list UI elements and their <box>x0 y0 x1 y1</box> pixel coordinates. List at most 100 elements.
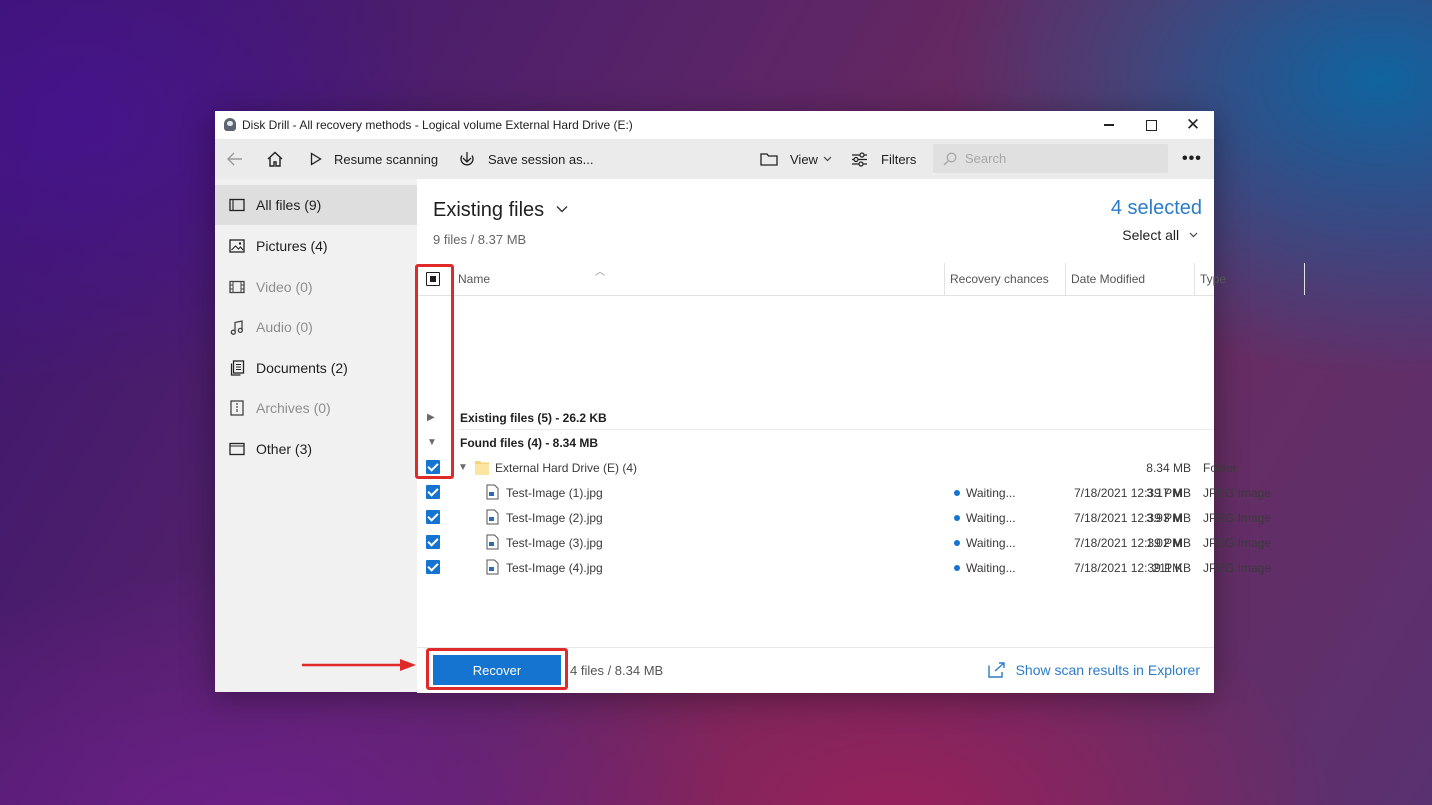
file-name: Test-Image (4).jpg <box>506 561 603 575</box>
sidebar-item-label: Pictures (4) <box>256 238 328 254</box>
sidebar-item-video[interactable]: Video (0) <box>215 267 417 307</box>
recovery-status: Waiting... <box>966 511 1016 525</box>
download-icon <box>460 152 474 166</box>
status-dot <box>954 490 960 496</box>
folder-type: Folder <box>1203 461 1238 475</box>
archive-icon <box>229 400 245 416</box>
group-label: Found files (4) - 8.34 MB <box>460 436 599 450</box>
row-checkbox[interactable] <box>426 485 440 499</box>
group-label: Existing files (5) - 26.2 KB <box>460 411 607 425</box>
table-row[interactable]: Test-Image (1).jpg Waiting... 7/18/2021 … <box>417 480 1271 505</box>
sidebar-item-label: Other (3) <box>256 441 313 457</box>
sidebar-item-all-files[interactable]: All files (9) <box>215 185 417 225</box>
minimize-icon <box>1104 124 1114 126</box>
window-title: Disk Drill - All recovery methods - Logi… <box>242 118 633 132</box>
sidebar-item-label: Audio (0) <box>256 319 313 335</box>
search-input[interactable] <box>963 150 1157 167</box>
column-divider <box>1194 263 1195 295</box>
home-icon <box>267 151 283 167</box>
sidebar-item-label: All files (9) <box>256 197 322 213</box>
recover-button-highlight <box>426 648 568 690</box>
filters-button[interactable]: Filters <box>851 139 916 179</box>
maximize-button[interactable] <box>1131 112 1171 138</box>
collapse-triangle-icon[interactable]: ▼ <box>458 462 468 473</box>
arrow-left-icon <box>227 152 242 166</box>
back-button[interactable] <box>227 139 243 179</box>
selection-size: 4 files / 8.34 MB <box>570 663 664 678</box>
file-size: 1.02 MB <box>1146 536 1191 550</box>
external-link-icon <box>987 662 1005 678</box>
document-icon <box>229 360 245 376</box>
sidebar-item-audio[interactable]: Audio (0) <box>215 307 417 347</box>
table-row-folder[interactable]: ▼ External Hard Drive (E) (4) Folder 8.3… <box>417 455 1237 480</box>
file-type: JPEG Image <box>1203 561 1272 575</box>
resume-scanning-label: Resume scanning <box>334 151 439 167</box>
page-title: Existing files <box>433 199 545 221</box>
sidebar-item-label: Video (0) <box>256 279 313 295</box>
status-dot <box>954 515 960 521</box>
status-dot <box>954 540 960 546</box>
row-checkbox[interactable] <box>426 535 440 549</box>
folder-name: External Hard Drive (E) (4) <box>495 461 638 475</box>
checkbox-column-highlight <box>415 264 454 479</box>
folder-size: 8.34 MB <box>1146 461 1191 475</box>
chevron-down-icon <box>556 206 568 213</box>
file-name: Test-Image (2).jpg <box>506 511 603 525</box>
more-options-button[interactable]: ••• <box>1182 139 1202 179</box>
red-arrow-icon <box>302 659 416 671</box>
more-options-icon: ••• <box>1182 150 1202 167</box>
column-header-type[interactable]: Type <box>1200 263 1226 295</box>
recovery-status: Waiting... <box>966 561 1016 575</box>
status-dot <box>954 565 960 571</box>
other-files-icon <box>229 441 245 457</box>
show-in-explorer-label: Show scan results in Explorer <box>1015 662 1200 678</box>
sidebar-item-documents[interactable]: Documents (2) <box>215 348 417 388</box>
minimize-button[interactable] <box>1089 112 1129 138</box>
music-icon <box>229 319 245 335</box>
group-row-found[interactable]: ▼ Found files (4) - 8.34 MB <box>417 430 1214 455</box>
file-name: Test-Image (1).jpg <box>506 486 603 500</box>
row-checkbox[interactable] <box>426 560 440 574</box>
column-divider <box>1065 263 1066 295</box>
row-checkbox[interactable] <box>426 510 440 524</box>
sliders-icon <box>852 151 867 167</box>
show-in-explorer-link[interactable]: Show scan results in Explorer <box>987 662 1200 678</box>
search-icon <box>943 152 957 165</box>
recovery-status: Waiting... <box>966 486 1016 500</box>
sidebar-item-pictures[interactable]: Pictures (4) <box>215 226 417 266</box>
all-files-icon <box>229 197 245 213</box>
sidebar-item-label: Archives (0) <box>256 400 331 416</box>
recovery-status: Waiting... <box>966 536 1016 550</box>
column-header-recovery[interactable]: Recovery chances <box>950 263 1049 295</box>
column-header-name[interactable]: Name <box>458 263 490 295</box>
table-row[interactable]: Test-Image (3).jpg Waiting... 7/18/2021 … <box>417 530 1271 555</box>
close-button[interactable]: ✕ <box>1173 112 1213 138</box>
save-session-button[interactable]: Save session as... <box>458 139 594 179</box>
file-size: 211 KB <box>1152 561 1191 575</box>
sidebar-item-archives[interactable]: Archives (0) <box>215 388 417 428</box>
view-selector[interactable]: Existing files <box>433 199 568 222</box>
disk-drill-window: Disk Drill - All recovery methods - Logi… <box>215 111 1305 693</box>
main-panel: Existing files 9 files / 8.37 MB 4 selec… <box>417 179 1305 692</box>
sidebar-item-other[interactable]: Other (3) <box>215 429 417 469</box>
file-name: Test-Image (3).jpg <box>506 536 603 550</box>
column-header-date[interactable]: Date Modified <box>1071 263 1145 295</box>
disk-drill-logo-icon <box>224 118 236 131</box>
image-file-icon <box>486 509 499 525</box>
file-type: JPEG Image <box>1203 536 1272 550</box>
save-session-label: Save session as... <box>488 151 594 167</box>
home-button[interactable] <box>266 139 284 179</box>
chevron-down-icon <box>823 156 832 162</box>
folder-icon <box>475 461 489 475</box>
search-box[interactable] <box>933 144 1168 173</box>
image-file-icon <box>486 559 499 575</box>
select-all-button[interactable]: Select all <box>1122 227 1198 243</box>
table-row[interactable]: Test-Image (4).jpg Waiting... 7/18/2021 … <box>417 555 1271 580</box>
file-size: 3.17 MB <box>1146 486 1191 500</box>
table-row[interactable]: Test-Image (2).jpg Waiting... 7/18/2021 … <box>417 505 1271 530</box>
group-row-existing[interactable]: ▶ Existing files (5) - 26.2 KB <box>417 405 1214 430</box>
resume-scanning-button[interactable]: Resume scanning <box>310 139 438 179</box>
files-summary: 9 files / 8.37 MB <box>433 232 527 247</box>
file-size: 3.93 MB <box>1146 511 1191 525</box>
view-menu-button[interactable]: View <box>760 139 832 179</box>
